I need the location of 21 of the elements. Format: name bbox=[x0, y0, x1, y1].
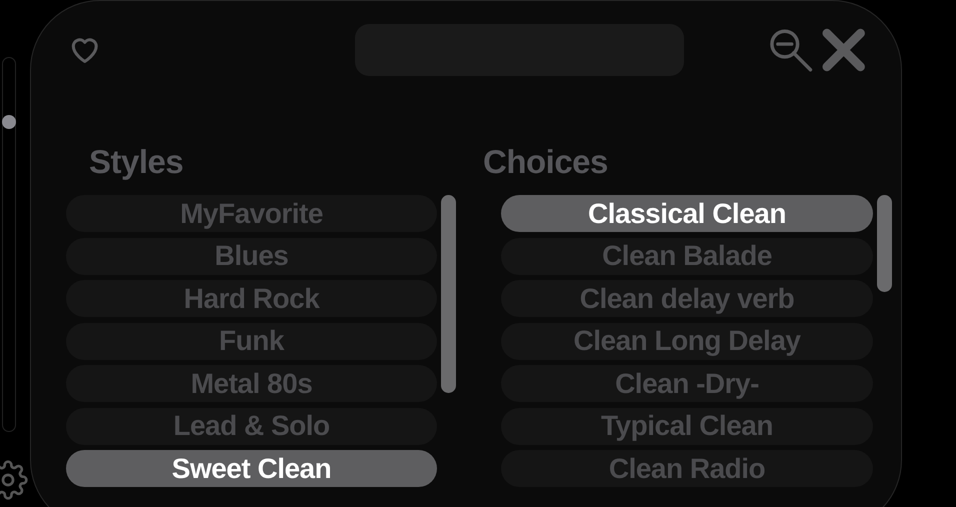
list-item[interactable]: Typical Clean bbox=[501, 408, 873, 444]
close-icon[interactable] bbox=[820, 27, 866, 73]
list-item[interactable]: Metal 80s bbox=[66, 365, 437, 402]
choices-heading: Choices bbox=[483, 144, 608, 178]
heart-icon[interactable] bbox=[69, 36, 101, 64]
list-item[interactable]: Funk bbox=[66, 322, 437, 360]
styles-heading: Styles bbox=[89, 144, 184, 178]
zoom-out-icon[interactable] bbox=[768, 27, 814, 73]
list-item[interactable]: Clean -Dry- bbox=[501, 365, 873, 402]
volume-slider[interactable] bbox=[2, 57, 16, 432]
list-item[interactable]: Classical Clean bbox=[501, 195, 873, 232]
list-item[interactable]: Clean Balade bbox=[501, 238, 873, 274]
list-item[interactable]: Sweet Clean bbox=[66, 450, 437, 487]
list-item[interactable]: Clean Long Delay bbox=[501, 322, 873, 360]
list-item[interactable]: Clean Radio bbox=[501, 450, 873, 487]
list-item[interactable]: Clean delay verb bbox=[501, 280, 873, 317]
list-item[interactable]: Lead & Solo bbox=[66, 408, 437, 444]
list-item[interactable]: MyFavorite bbox=[66, 195, 437, 232]
list-item[interactable]: Blues bbox=[66, 238, 437, 274]
list-item[interactable]: Hard Rock bbox=[66, 280, 437, 317]
settings-icon[interactable] bbox=[0, 460, 28, 500]
